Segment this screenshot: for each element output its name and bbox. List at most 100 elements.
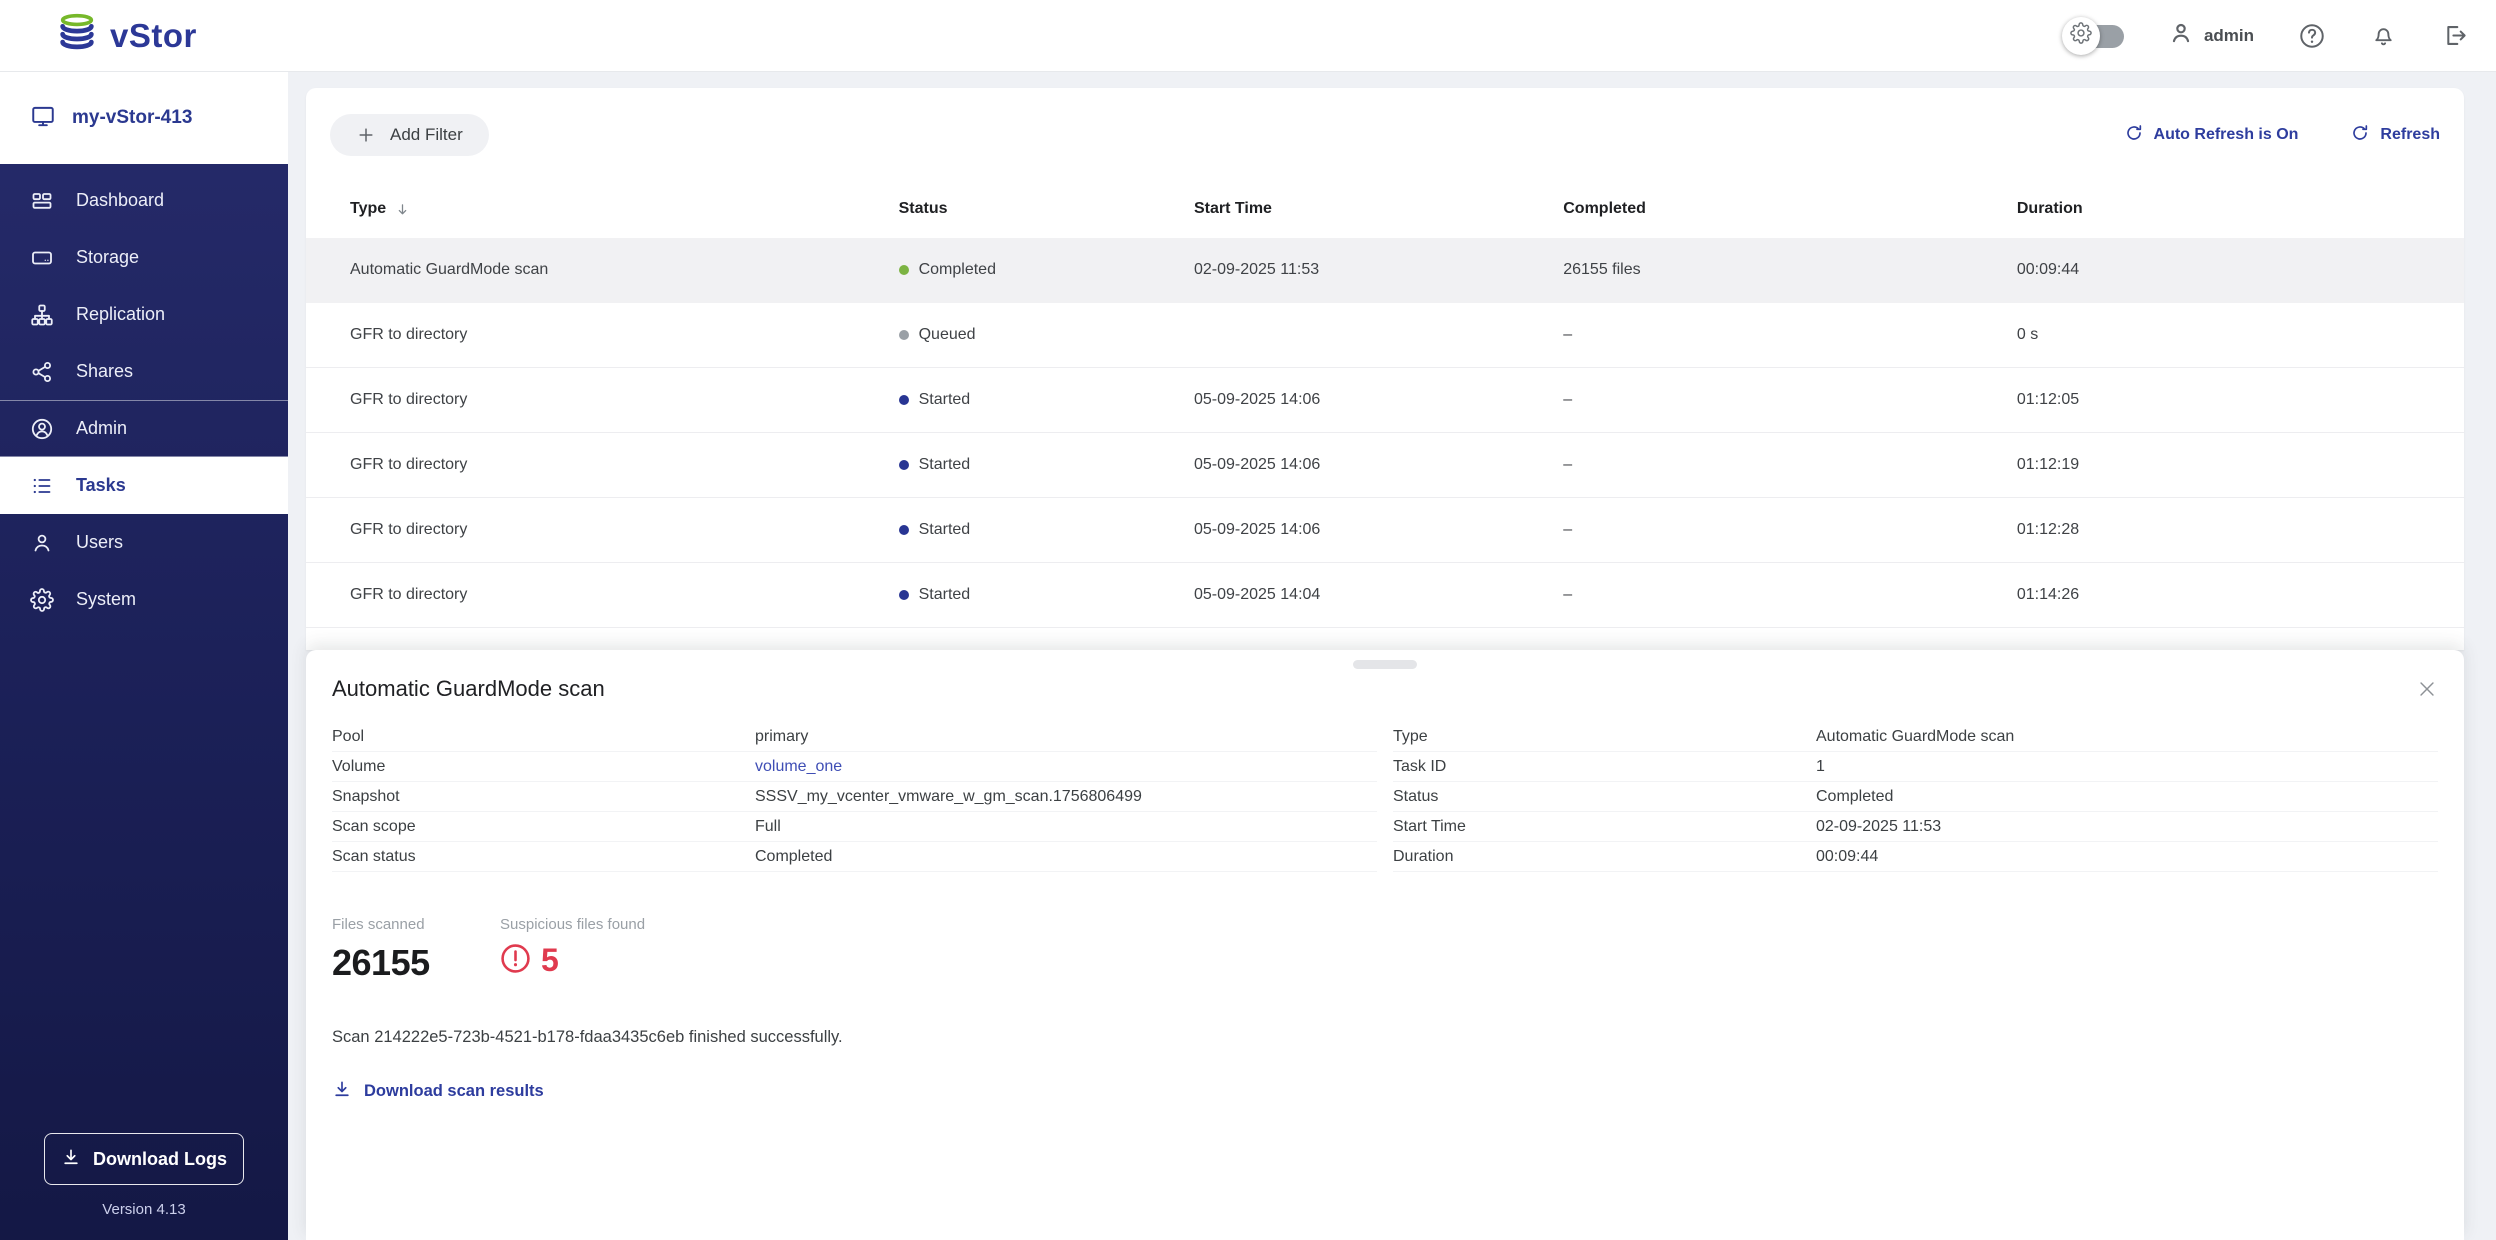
sidebar-item-admin[interactable]: Admin (0, 400, 288, 457)
field-value: Automatic GuardMode scan (1816, 728, 2014, 746)
detail-field: Scan statusCompleted (332, 842, 1377, 872)
add-filter-button[interactable]: Add Filter (330, 114, 489, 156)
logout-icon[interactable] (2441, 22, 2468, 49)
cell-status: Started (879, 391, 1174, 409)
cell-type: GFR to directory (330, 586, 879, 604)
storage-icon (30, 246, 54, 270)
download-logs-label: Download Logs (93, 1149, 227, 1170)
sidebar-item-dashboard[interactable]: Dashboard (0, 172, 288, 229)
close-icon[interactable] (2416, 678, 2438, 700)
sidebar-item-users[interactable]: Users (0, 514, 288, 571)
app-root: vStor admin my-vStor-413 Da (0, 0, 2496, 1240)
shares-icon (30, 360, 54, 384)
field-label: Task ID (1393, 758, 1816, 776)
status-label: Started (919, 456, 971, 474)
detail-field: StatusCompleted (1393, 782, 2438, 812)
sidebar-nav: Dashboard Storage Replication Shares Admin Ta… (0, 164, 288, 628)
version-label: Version 4.13 (102, 1201, 185, 1218)
files-scanned-stat: Files scanned 26155 (332, 916, 500, 984)
table-row[interactable]: Automatic GuardMode scan Completed 02-09-2… (306, 238, 2464, 303)
sidebar-item-shares[interactable]: Shares (0, 343, 288, 400)
field-value: Full (755, 818, 781, 836)
status-dot (899, 395, 909, 405)
cell-status: Started (879, 586, 1174, 604)
sidebar-item-storage[interactable]: Storage (0, 229, 288, 286)
table-header-row: TypeStatusStart TimeCompletedDuration (306, 180, 2464, 238)
status-label: Completed (919, 261, 996, 279)
cell-duration: 01:12:05 (1997, 391, 2440, 409)
field-label: Start Time (1393, 818, 1816, 836)
cell-start-time: 02-09-2025 11:53 (1174, 261, 1543, 279)
admin-icon (30, 417, 54, 441)
refresh-icon (2350, 123, 2370, 148)
cell-duration: 01:14:26 (1997, 586, 2440, 604)
panel-drag-handle[interactable] (1353, 660, 1417, 669)
column-header-duration[interactable]: Duration (1997, 200, 2440, 218)
field-label: Status (1393, 788, 1816, 806)
field-label: Volume (332, 758, 755, 776)
refresh-button[interactable]: Refresh (2350, 123, 2440, 148)
detail-field: Scan scopeFull (332, 812, 1377, 842)
sidebar-item-label: Replication (76, 304, 165, 325)
detail-field: Task ID1 (1393, 752, 2438, 782)
user-menu[interactable]: admin (2168, 20, 2254, 51)
table-row[interactable]: GFR to directoryStarted05-09-2025 14:06–… (306, 433, 2464, 498)
table-row[interactable]: GFR to directoryStarted05-09-2025 14:06–… (306, 498, 2464, 563)
table-row[interactable]: GFR to directoryQueued–0 s (306, 303, 2464, 368)
field-label: Type (1393, 728, 1816, 746)
download-scan-results-link[interactable]: Download scan results (332, 1079, 544, 1104)
plus-icon (356, 125, 376, 145)
gear-icon (30, 588, 54, 612)
cell-completed: – (1543, 456, 1997, 474)
notifications-bell-icon[interactable] (2370, 22, 2397, 49)
column-header-status[interactable]: Status (879, 200, 1174, 218)
sidebar-item-system[interactable]: System (0, 571, 288, 628)
field-value: 00:09:44 (1816, 848, 1878, 866)
cell-start-time: 05-09-2025 14:06 (1174, 391, 1543, 409)
cell-status: Started (879, 456, 1174, 474)
suspicious-files-stat: Suspicious files found 5 (500, 916, 645, 984)
username: admin (2204, 26, 2254, 46)
detail-fields-right: TypeAutomatic GuardMode scanTask ID1Stat… (1393, 722, 2438, 872)
cell-status: Started (879, 521, 1174, 539)
sidebar-item-label: Dashboard (76, 190, 164, 211)
field-label: Scan status (332, 848, 755, 866)
detail-field: SnapshotSSSV_my_vcenter_vmware_w_gm_scan… (332, 782, 1377, 812)
suspicious-files-value: 5 (541, 942, 558, 979)
theme-toggle[interactable] (2062, 16, 2124, 56)
field-value: SSSV_my_vcenter_vmware_w_gm_scan.1756806… (755, 788, 1142, 806)
status-dot (899, 590, 909, 600)
column-header-start-time[interactable]: Start Time (1174, 200, 1543, 218)
column-header-completed[interactable]: Completed (1543, 200, 1997, 218)
topbar: vStor admin (0, 0, 2496, 72)
cell-duration: 00:09:44 (1997, 261, 2440, 279)
cell-status: Completed (879, 261, 1174, 279)
table-body: Automatic GuardMode scan Completed 02-09-2… (306, 238, 2464, 628)
status-dot (899, 460, 909, 470)
help-icon[interactable] (2298, 22, 2326, 50)
dashboard-icon (30, 189, 54, 213)
cell-type: Automatic GuardMode scan (330, 261, 879, 279)
user-icon (2168, 20, 2194, 51)
table-row[interactable]: GFR to directoryStarted05-09-2025 14:06–… (306, 368, 2464, 433)
sidebar-item-replication[interactable]: Replication (0, 286, 288, 343)
cell-status: Queued (879, 326, 1174, 344)
cell-type: GFR to directory (330, 391, 879, 409)
sort-desc-icon (394, 201, 411, 218)
download-icon (61, 1147, 81, 1172)
server-selector[interactable]: my-vStor-413 (0, 72, 288, 164)
field-value-link[interactable]: volume_one (755, 758, 842, 776)
sidebar-item-label: Tasks (76, 475, 126, 496)
cell-completed: – (1543, 586, 1997, 604)
download-logs-button[interactable]: Download Logs (44, 1133, 244, 1185)
user-icon (30, 531, 54, 555)
cell-start-time: 05-09-2025 14:04 (1174, 586, 1543, 604)
sidebar-item-label: Shares (76, 361, 133, 382)
download-scan-results-label: Download scan results (364, 1082, 544, 1101)
auto-refresh-toggle[interactable]: Auto Refresh is On (2124, 123, 2299, 148)
field-value: 1 (1816, 758, 1825, 776)
table-row[interactable]: GFR to directoryStarted05-09-2025 14:04–… (306, 563, 2464, 628)
task-detail-panel: Automatic GuardMode scan PoolprimaryVolu… (306, 650, 2464, 1240)
column-header-type[interactable]: Type (330, 200, 879, 218)
sidebar-item-tasks[interactable]: Tasks (0, 457, 288, 514)
